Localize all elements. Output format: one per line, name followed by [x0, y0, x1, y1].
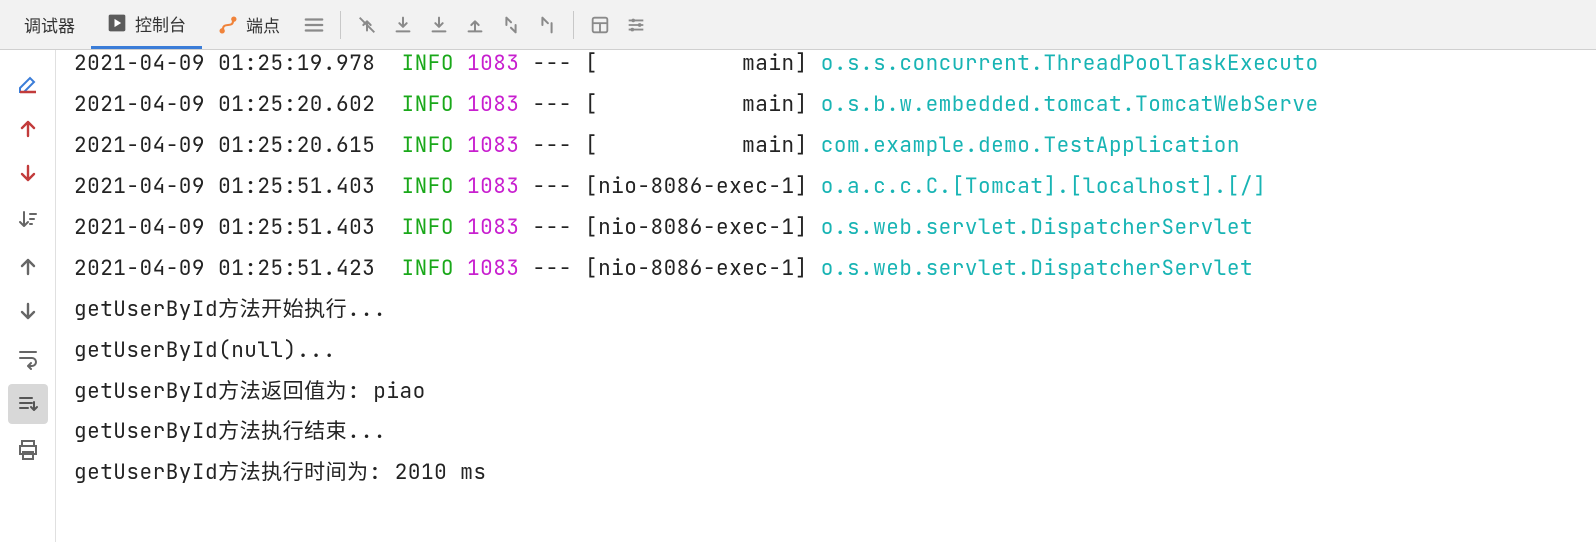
- log-timestamp: 2021-04-09 01:25:20.602: [74, 91, 375, 118]
- sort-down-icon[interactable]: [8, 200, 48, 240]
- log-pid: 1083: [467, 50, 519, 77]
- log-plain-line: getUserById方法返回值为: piao: [74, 372, 1578, 413]
- log-logger: o.s.s.concurrent.ThreadPoolTaskExecuto: [821, 50, 1319, 77]
- print-icon[interactable]: [8, 430, 48, 470]
- log-logger: o.s.web.servlet.DispatcherServlet: [821, 214, 1253, 241]
- arrow-down-icon[interactable]: [8, 154, 48, 194]
- log-dash: ---: [533, 91, 572, 118]
- top-toolbar: 调试器 控制台 端点: [0, 0, 1596, 50]
- log-level: INFO: [402, 132, 454, 159]
- tab-console[interactable]: 控制台: [91, 0, 202, 49]
- tab-debugger[interactable]: 调试器: [8, 0, 91, 49]
- log-dash: ---: [533, 214, 572, 241]
- swap-icon[interactable]: [493, 7, 529, 43]
- tab-console-label: 控制台: [135, 11, 186, 36]
- log-timestamp: 2021-04-09 01:25:20.615: [74, 132, 375, 159]
- log-line: 2021-04-09 01:25:20.602 INFO 1083 --- [ …: [74, 85, 1578, 126]
- download-icon-1[interactable]: [385, 7, 421, 43]
- log-plain-line: getUserById方法开始执行...: [74, 290, 1578, 331]
- log-dash: ---: [533, 50, 572, 77]
- up-strike-icon[interactable]: [349, 7, 385, 43]
- log-thread: [ main]: [585, 132, 808, 159]
- console-run-icon: [107, 13, 127, 33]
- log-pid: 1083: [467, 214, 519, 241]
- tab-endpoints[interactable]: 端点: [202, 0, 296, 49]
- download-icon-2[interactable]: [421, 7, 457, 43]
- log-timestamp: 2021-04-09 01:25:51.423: [74, 255, 375, 282]
- tab-endpoints-label: 端点: [246, 12, 280, 37]
- log-timestamp: 2021-04-09 01:25:51.403: [74, 173, 375, 200]
- arrow-up-icon[interactable]: [8, 108, 48, 148]
- log-plain-line: getUserById方法执行结束...: [74, 412, 1578, 453]
- calculator-icon[interactable]: [582, 7, 618, 43]
- wrap-icon[interactable]: [8, 338, 48, 378]
- log-pid: 1083: [467, 255, 519, 282]
- log-dash: ---: [533, 255, 572, 282]
- log-timestamp: 2021-04-09 01:25:51.403: [74, 214, 375, 241]
- toolbar-separator-2: [573, 11, 574, 39]
- log-line: 2021-04-09 01:25:51.403 INFO 1083 --- [n…: [74, 167, 1578, 208]
- log-level: INFO: [402, 255, 454, 282]
- log-pid: 1083: [467, 132, 519, 159]
- side-toolbar: [0, 50, 56, 542]
- log-logger: o.s.web.servlet.DispatcherServlet: [821, 255, 1253, 282]
- upload-icon[interactable]: [457, 7, 493, 43]
- toolbar-separator: [340, 11, 341, 39]
- log-dash: ---: [533, 173, 572, 200]
- log-line: 2021-04-09 01:25:19.978 INFO 1083 --- [ …: [74, 50, 1578, 85]
- endpoints-icon: [218, 15, 238, 35]
- log-pid: 1083: [467, 91, 519, 118]
- log-logger: o.s.b.w.embedded.tomcat.TomcatWebServe: [821, 91, 1319, 118]
- tab-debugger-label: 调试器: [24, 12, 75, 37]
- log-timestamp: 2021-04-09 01:25:19.978: [74, 50, 375, 77]
- log-plain-line: getUserById(null)...: [74, 331, 1578, 372]
- log-dash: ---: [533, 132, 572, 159]
- log-level: INFO: [402, 173, 454, 200]
- cursor-down-icon[interactable]: [529, 7, 565, 43]
- log-plain-line: getUserById方法执行时间为: 2010 ms: [74, 453, 1578, 494]
- log-thread: [nio-8086-exec-1]: [585, 214, 808, 241]
- log-logger: o.a.c.c.C.[Tomcat].[localhost].[/]: [821, 173, 1266, 200]
- log-thread: [nio-8086-exec-1]: [585, 173, 808, 200]
- settings-sliders-icon[interactable]: [618, 7, 654, 43]
- log-logger: com.example.demo.TestApplication: [821, 132, 1240, 159]
- menu-lines-icon[interactable]: [296, 7, 332, 43]
- log-level: INFO: [402, 91, 454, 118]
- log-line: 2021-04-09 01:25:51.403 INFO 1083 --- [n…: [74, 208, 1578, 249]
- log-thread: [nio-8086-exec-1]: [585, 255, 808, 282]
- scroll-to-end-icon[interactable]: [8, 384, 48, 424]
- log-line: 2021-04-09 01:25:20.615 INFO 1083 --- [ …: [74, 126, 1578, 167]
- log-thread: [ main]: [585, 50, 808, 77]
- log-thread: [ main]: [585, 91, 808, 118]
- arrow-up-gray-icon[interactable]: [8, 246, 48, 286]
- console-output[interactable]: 2021-04-09 01:25:19.978 INFO 1083 --- [ …: [56, 50, 1596, 542]
- edit-icon[interactable]: [8, 62, 48, 102]
- main-area: 2021-04-09 01:25:19.978 INFO 1083 --- [ …: [0, 50, 1596, 542]
- arrow-down-gray-icon[interactable]: [8, 292, 48, 332]
- log-line: 2021-04-09 01:25:51.423 INFO 1083 --- [n…: [74, 249, 1578, 290]
- log-level: INFO: [402, 50, 454, 77]
- log-pid: 1083: [467, 173, 519, 200]
- log-level: INFO: [402, 214, 454, 241]
